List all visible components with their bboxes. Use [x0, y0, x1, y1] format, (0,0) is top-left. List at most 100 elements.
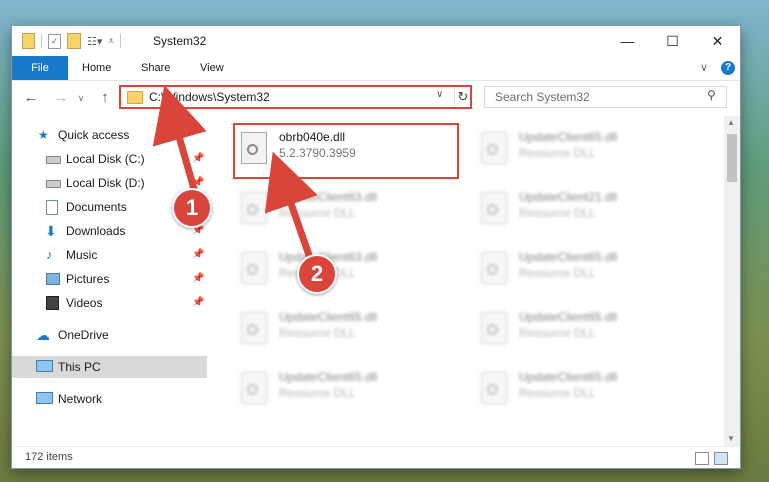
pin-icon[interactable]: 📌	[192, 268, 204, 290]
sidebar-item-onedrive[interactable]: ☁ OneDrive	[12, 324, 207, 346]
close-button[interactable]: ✕	[695, 26, 740, 56]
address-path: C:\Windows\System32	[149, 90, 270, 104]
customize-icon[interactable]: ☷▾	[87, 35, 102, 48]
help-icon[interactable]: ?	[721, 61, 735, 75]
title-bar: ✓ ☷▾ ⩡ System32 — ☐ ✕	[12, 26, 740, 56]
music-icon: ♪	[46, 247, 53, 262]
refresh-icon[interactable]: ↻	[454, 87, 471, 107]
quick-access-toolbar: ✓ ☷▾ ⩡	[22, 33, 122, 49]
file-tile[interactable]: UpdateClient21.dll Resource DLL	[475, 184, 695, 236]
back-arrow-icon[interactable]: ←	[22, 89, 40, 107]
recent-dropdown-icon[interactable]: ∨	[72, 89, 90, 107]
file-name: UpdateClient65.dll	[279, 370, 378, 384]
minimize-button[interactable]: —	[605, 26, 650, 56]
large-icons-view-icon[interactable]	[714, 452, 728, 465]
search-input[interactable]: Search System32 ⚲	[484, 86, 727, 108]
sidebar-item-videos[interactable]: Videos 📌	[12, 292, 207, 314]
explorer-window: ✓ ☷▾ ⩡ System32 — ☐ ✕ File Home Share Vi…	[12, 26, 740, 468]
pin-icon[interactable]: 📌	[192, 148, 204, 170]
scroll-down-icon[interactable]: ▼	[727, 434, 735, 443]
file-tile[interactable]: UpdateClient63.dll Resource DLL	[235, 244, 455, 296]
file-tile[interactable]: UpdateClient65.dll Resource DLL	[235, 304, 455, 356]
properties-icon[interactable]: ✓	[48, 33, 61, 49]
qat-dropdown-icon[interactable]: ⩡	[108, 36, 114, 47]
sidebar-item-local-disk-c[interactable]: Local Disk (C:) 📌	[12, 148, 207, 170]
tab-home[interactable]: Home	[72, 56, 121, 80]
vertical-scrollbar[interactable]: ▲ ▼	[724, 116, 740, 446]
sidebar-item-label: Videos	[66, 296, 103, 310]
pc-icon	[36, 360, 53, 372]
cloud-icon: ☁	[36, 327, 50, 343]
sidebar-item-label: Quick access	[58, 128, 130, 142]
details-view-icon[interactable]	[695, 452, 709, 465]
file-type: Resource DLL	[279, 326, 356, 340]
scrollbar-thumb[interactable]	[727, 134, 737, 182]
file-name: UpdateClient65.dll	[279, 310, 378, 324]
sidebar-item-network[interactable]: Network	[12, 388, 207, 410]
folder-icon	[22, 33, 35, 49]
file-type: Resource DLL	[519, 146, 596, 160]
sidebar-item-label: Network	[58, 392, 103, 406]
dll-file-icon	[241, 312, 267, 344]
file-name: UpdateClient65.dll	[519, 250, 618, 264]
sidebar-item-label: Music	[66, 248, 98, 262]
selection-highlight	[233, 123, 459, 179]
file-tile[interactable]: UpdateClient65.dll Resource DLL	[475, 364, 695, 416]
navigation-pane: ★ Quick access Local Disk (C:) 📌 Local D…	[12, 116, 207, 446]
navigation-bar: ← → ∨ ↑ C:\Windows\System32 ∨ ↻ Search S…	[12, 81, 740, 115]
toolbar-divider	[120, 34, 122, 48]
expand-ribbon-icon[interactable]: ∨	[700, 61, 708, 74]
file-type: Resource DLL	[519, 266, 596, 280]
sidebar-item-local-disk-d[interactable]: Local Disk (D:) 📌	[12, 172, 207, 194]
pin-icon[interactable]: 📌	[192, 244, 204, 266]
callout-badge-2: 2	[297, 254, 337, 294]
sidebar-item-label: Downloads	[66, 224, 126, 238]
sidebar-item-pictures[interactable]: Pictures 📌	[12, 268, 207, 290]
sidebar-item-music[interactable]: ♪ Music 📌	[12, 244, 207, 266]
dll-file-icon	[241, 252, 267, 284]
address-bar[interactable]: C:\Windows\System32 ∨ ↻	[119, 85, 472, 109]
item-count: 172 items	[25, 451, 73, 463]
file-list: obrb040e.dll 5.2.3790.3959 UpdateClient6…	[217, 116, 722, 446]
star-icon: ★	[38, 128, 49, 142]
documents-icon	[46, 200, 58, 215]
sidebar-item-label: Pictures	[66, 272, 110, 286]
address-dropdown-icon[interactable]: ∨	[436, 89, 443, 100]
tab-file[interactable]: File	[12, 56, 68, 80]
new-folder-icon[interactable]	[67, 33, 81, 49]
sidebar-item-label: Local Disk (C:)	[66, 152, 145, 166]
dll-file-icon	[241, 192, 267, 224]
file-type: Resource DLL	[519, 386, 596, 400]
sidebar-item-quick-access[interactable]: ★ Quick access	[12, 124, 207, 146]
dll-file-icon	[481, 372, 507, 404]
file-tile[interactable]: UpdateClient65.dll Resource DLL	[235, 364, 455, 416]
sidebar-item-label: OneDrive	[58, 328, 109, 342]
file-tile[interactable]: UpdateClient65.dll Resource DLL	[475, 124, 695, 176]
file-tile[interactable]: UpdateClient65.dll Resource DLL	[475, 304, 695, 356]
dll-file-icon	[481, 192, 507, 224]
file-type: Resource DLL	[519, 206, 596, 220]
sidebar-item-this-pc[interactable]: This PC	[12, 356, 207, 378]
search-icon: ⚲	[707, 88, 716, 102]
scroll-up-icon[interactable]: ▲	[727, 118, 735, 127]
pictures-icon	[46, 273, 60, 285]
maximize-button[interactable]: ☐	[650, 26, 695, 56]
file-type: Resource DLL	[519, 326, 596, 340]
up-arrow-icon[interactable]: ↑	[96, 89, 114, 107]
tab-view[interactable]: View	[190, 56, 234, 80]
sidebar-item-label: Local Disk (D:)	[66, 176, 145, 190]
file-tile[interactable]: UpdateClient63.dll Resource DLL	[235, 184, 455, 236]
forward-arrow-icon[interactable]: →	[52, 89, 70, 107]
pin-icon[interactable]: 📌	[192, 292, 204, 314]
disk-icon	[46, 156, 61, 164]
toolbar-divider	[41, 34, 42, 48]
callout-badge-1: 1	[172, 188, 212, 228]
download-icon: ⬇	[45, 223, 57, 239]
tab-share[interactable]: Share	[131, 56, 180, 80]
file-name: UpdateClient65.dll	[519, 370, 618, 384]
file-type: Resource DLL	[279, 386, 356, 400]
videos-icon	[46, 296, 59, 310]
file-tile[interactable]: UpdateClient65.dll Resource DLL	[475, 244, 695, 296]
dll-file-icon	[481, 312, 507, 344]
sidebar-item-downloads[interactable]: ⬇ Downloads 📌	[12, 220, 207, 242]
